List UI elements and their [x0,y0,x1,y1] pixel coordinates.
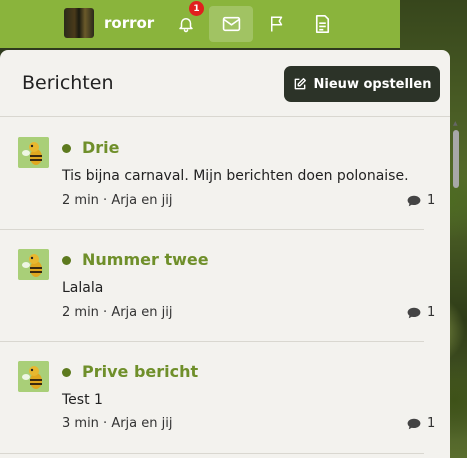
scrollbar-thumb[interactable] [453,130,459,188]
reply-count-value: 1 [427,416,436,431]
message-meta: 3 min · Arja en jij [62,416,173,431]
reply-count: 1 [407,305,435,320]
message-item[interactable]: Drie Tis bijna carnaval. Mijn berichten … [0,118,435,230]
message-item[interactable]: Nummer twee Lalala 2 min · Arja en jij 1 [0,230,435,342]
sender-avatar [18,137,49,168]
bee-avatar-image [18,361,49,392]
reply-count: 1 [407,193,435,208]
bell-icon [179,18,193,33]
message-list: Drie Tis bijna carnaval. Mijn berichten … [0,118,450,458]
comment-icon [407,418,421,429]
bee-avatar-image [18,249,49,280]
sender-avatar [18,249,49,280]
document-icon [315,15,329,33]
messages-panel: Berichten Nieuw opstellen Drie Tis bijna… [0,50,450,458]
message-title[interactable]: Drie [82,138,120,157]
reply-count-value: 1 [427,305,436,320]
message-meta: 2 min · Arja en jij [62,193,173,208]
unread-indicator [62,368,71,377]
user-avatar[interactable] [64,8,94,38]
reports-button[interactable] [255,6,299,42]
message-item[interactable]: Prive bericht Test 1 3 min · Arja en jij… [0,342,435,454]
reply-count: 1 [407,416,435,431]
reply-count-value: 1 [427,193,436,208]
top-navigation-bar: rorror 1 [0,0,400,48]
unread-indicator [62,144,71,153]
messages-button[interactable] [209,6,253,42]
message-preview: Test 1 [62,392,103,408]
message-title[interactable]: Nummer twee [82,250,209,269]
notification-badge: 1 [189,1,204,16]
message-meta: 2 min · Arja en jij [62,305,173,320]
mail-icon [222,16,240,32]
compose-new-button[interactable]: Nieuw opstellen [284,66,440,102]
compose-new-label: Nieuw opstellen [313,76,432,92]
unread-indicator [62,256,71,265]
message-preview: Lalala [62,280,104,296]
edit-icon [294,78,306,90]
panel-header: Berichten Nieuw opstellen [0,50,450,117]
sender-avatar [18,361,49,392]
message-preview: Tis bijna carnaval. Mijn berichten doen … [62,168,409,184]
bee-avatar-image [18,137,49,168]
panel-title: Berichten [22,72,114,94]
flag-icon [271,16,283,32]
comment-icon [407,307,421,318]
message-title[interactable]: Prive bericht [82,362,198,381]
documents-button[interactable] [300,6,344,42]
comment-icon [407,195,421,206]
username[interactable]: rorror [104,14,154,32]
scroll-up-arrow[interactable]: ▲ [453,121,459,127]
